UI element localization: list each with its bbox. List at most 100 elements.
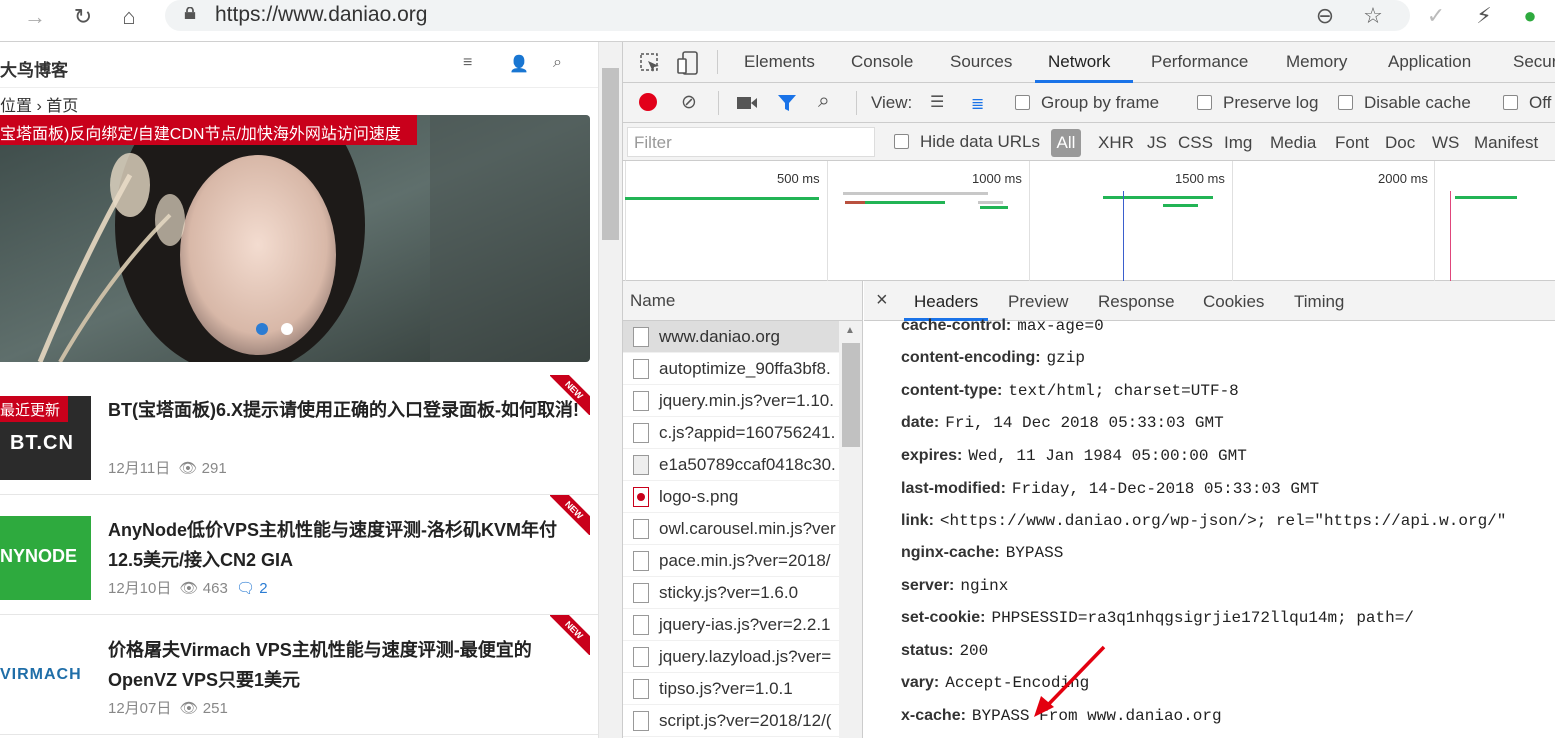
offline-label[interactable]: Off xyxy=(1529,93,1551,113)
group-by-frame-checkbox[interactable] xyxy=(1015,95,1030,110)
forward-icon[interactable]: → xyxy=(20,4,50,30)
address-bar[interactable]: https://www.daniao.org xyxy=(165,0,1410,31)
menu-icon[interactable]: ≡ xyxy=(463,54,472,72)
request-row[interactable]: www.daniao.org xyxy=(623,321,839,353)
filter-type-font[interactable]: Font xyxy=(1335,133,1369,153)
inspect-element-icon[interactable] xyxy=(639,52,661,74)
request-row[interactable]: e1a50789ccaf0418c30. xyxy=(623,449,839,481)
latest-badge: 最近更新 xyxy=(0,396,69,422)
request-row[interactable]: owl.carousel.min.js?ver xyxy=(623,513,839,545)
request-row[interactable]: sticky.js?ver=1.6.0 xyxy=(623,577,839,609)
tab-security[interactable]: Secur xyxy=(1513,52,1555,72)
request-row[interactable]: jquery.lazyload.js?ver= xyxy=(623,641,839,673)
page-scrollbar[interactable] xyxy=(598,42,622,738)
tab-timing[interactable]: Timing xyxy=(1294,292,1344,312)
post-title[interactable]: AnyNode低价VPS主机性能与速度评测-洛杉矶KVM年付12.5美元/接入C… xyxy=(108,515,588,575)
home-icon[interactable]: ⌂ xyxy=(114,4,144,30)
preserve-log-checkbox[interactable] xyxy=(1197,95,1212,110)
filter-bar: Filter Hide data URLs All XHR JS CSS Img… xyxy=(623,123,1555,161)
disable-cache-label[interactable]: Disable cache xyxy=(1364,93,1471,113)
scroll-up-arrow-icon[interactable]: ▲ xyxy=(845,325,855,336)
tab-network[interactable]: Network xyxy=(1048,52,1110,72)
search-icon[interactable]: ⌕ xyxy=(818,89,830,113)
slider-dot[interactable] xyxy=(281,323,293,335)
check-extension-icon[interactable]: ✓ xyxy=(1421,3,1451,29)
filter-type-xhr[interactable]: XHR xyxy=(1098,133,1134,153)
waterfall-icon[interactable]: ≣ xyxy=(971,94,984,114)
tab-preview[interactable]: Preview xyxy=(1008,292,1068,312)
tab-performance[interactable]: Performance xyxy=(1151,52,1248,72)
request-list-header[interactable]: Name xyxy=(623,281,862,321)
clear-icon[interactable]: ⊘ xyxy=(681,91,697,114)
filter-type-doc[interactable]: Doc xyxy=(1385,133,1415,153)
bookmark-star-icon[interactable]: ☆ xyxy=(1358,3,1388,29)
request-row[interactable]: c.js?appid=160756241. xyxy=(623,417,839,449)
filter-funnel-icon[interactable] xyxy=(777,94,797,112)
filter-input[interactable]: Filter xyxy=(627,127,875,157)
search-icon[interactable]: ⌕ xyxy=(553,54,562,72)
tab-memory[interactable]: Memory xyxy=(1286,52,1347,72)
group-by-frame-label[interactable]: Group by frame xyxy=(1041,93,1159,113)
bolt-extension-icon[interactable]: ⚡ xyxy=(1469,3,1499,29)
post-thumbnail[interactable]: VIRMACH xyxy=(0,636,91,720)
record-icon[interactable] xyxy=(639,93,657,111)
request-row[interactable]: logo-s.png xyxy=(623,481,839,513)
preserve-log-label[interactable]: Preserve log xyxy=(1223,93,1318,113)
tab-headers[interactable]: Headers xyxy=(914,292,978,312)
zoom-icon[interactable]: ⊖ xyxy=(1310,3,1340,29)
request-list-scrollbar[interactable]: ▲ xyxy=(839,321,862,738)
post-comments[interactable]: 2 xyxy=(259,580,267,597)
request-row[interactable]: script.js?ver=2018/12/( xyxy=(623,705,839,737)
disable-cache-checkbox[interactable] xyxy=(1338,95,1353,110)
screenshot-camera-icon[interactable] xyxy=(736,95,758,111)
post-item[interactable]: NYNODE AnyNode低价VPS主机性能与速度评测-洛杉矶KVM年付12.… xyxy=(0,495,598,615)
image-slider[interactable]: 宝塔面板)反向绑定/自建CDN节点/加快海外网站访问速度 xyxy=(0,115,590,362)
large-rows-icon[interactable]: ☰ xyxy=(930,95,944,111)
page-scrollbar-thumb[interactable] xyxy=(602,68,619,240)
post-item[interactable]: 最近更新 BT.CN BT(宝塔面板)6.X提示请使用正确的入口登录面板-如何取… xyxy=(0,375,598,495)
device-toolbar-icon[interactable] xyxy=(677,51,699,75)
request-list-scrollbar-thumb[interactable] xyxy=(842,343,860,447)
tab-application[interactable]: Application xyxy=(1388,52,1471,72)
filter-type-manifest[interactable]: Manifest xyxy=(1474,133,1538,153)
slider-dot-active[interactable] xyxy=(256,323,268,335)
evernote-extension-icon[interactable]: ● xyxy=(1515,3,1545,29)
filter-type-ws[interactable]: WS xyxy=(1432,133,1459,153)
filter-type-js[interactable]: JS xyxy=(1147,133,1167,153)
request-row[interactable]: autoptimize_90ffa3bf8. xyxy=(623,353,839,385)
close-detail-icon[interactable]: × xyxy=(876,289,888,312)
request-row[interactable]: jquery.min.js?ver=1.10. xyxy=(623,385,839,417)
filter-type-css[interactable]: CSS xyxy=(1178,133,1213,153)
slider-caption[interactable]: 宝塔面板)反向绑定/自建CDN节点/加快海外网站访问速度 xyxy=(0,115,417,145)
hide-data-urls-checkbox[interactable] xyxy=(894,134,909,149)
filter-type-img[interactable]: Img xyxy=(1224,133,1252,153)
post-thumbnail[interactable]: 最近更新 BT.CN xyxy=(0,396,91,480)
filter-type-media[interactable]: Media xyxy=(1270,133,1316,153)
tab-sources[interactable]: Sources xyxy=(950,52,1012,72)
timeline-tick-label: 500 ms xyxy=(777,171,820,186)
hide-data-urls-label[interactable]: Hide data URLs xyxy=(920,132,1040,152)
image-icon xyxy=(633,455,649,475)
filter-type-all[interactable]: All xyxy=(1051,129,1081,157)
name-column-header[interactable]: Name xyxy=(630,291,675,311)
comment-icon[interactable]: 🗨 xyxy=(236,580,255,597)
reload-icon[interactable]: ↻ xyxy=(68,4,98,30)
offline-checkbox[interactable] xyxy=(1503,95,1518,110)
tab-console[interactable]: Console xyxy=(851,52,913,72)
post-thumbnail[interactable]: NYNODE xyxy=(0,516,91,600)
request-row[interactable]: jquery-ias.js?ver=2.2.1 xyxy=(623,609,839,641)
tab-response[interactable]: Response xyxy=(1098,292,1175,312)
post-views: 463 xyxy=(202,580,228,597)
post-title[interactable]: 价格屠夫Virmach VPS主机性能与速度评测-最便宜的OpenVZ VPS只… xyxy=(108,635,588,695)
user-icon[interactable]: 👤 xyxy=(509,54,529,74)
site-title[interactable]: 大鸟博客 xyxy=(0,56,68,81)
post-title[interactable]: BT(宝塔面板)6.X提示请使用正确的入口登录面板-如何取消! xyxy=(108,395,588,425)
tab-cookies[interactable]: Cookies xyxy=(1203,292,1264,312)
request-row[interactable]: tipso.js?ver=1.0.1 xyxy=(623,673,839,705)
request-row[interactable]: pace.min.js?ver=2018/ xyxy=(623,545,839,577)
timeline-overview[interactable]: 500 ms 1000 ms 1500 ms 2000 ms xyxy=(623,161,1555,281)
request-name: pace.min.js?ver=2018/ xyxy=(659,551,831,570)
tab-elements[interactable]: Elements xyxy=(744,52,815,72)
post-item[interactable]: VIRMACH 价格屠夫Virmach VPS主机性能与速度评测-最便宜的Ope… xyxy=(0,615,598,735)
thumbnail-logo-text: NYNODE xyxy=(0,546,78,566)
